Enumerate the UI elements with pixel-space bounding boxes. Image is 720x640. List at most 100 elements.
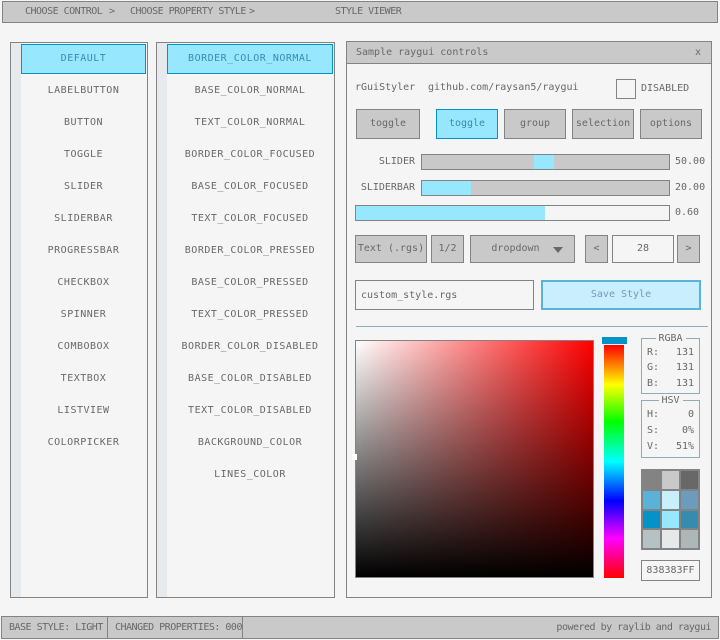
dropdown-selected-label: dropdown	[491, 243, 539, 254]
toggle-group-item-options[interactable]: options	[640, 109, 702, 139]
breadcrumb-style-viewer: STYLE VIEWER	[335, 2, 401, 22]
palette-swatch[interactable]	[662, 491, 679, 509]
properties-list: BORDER_COLOR_NORMALBASE_COLOR_NORMALTEXT…	[167, 44, 334, 597]
status-changed-properties: CHANGED PROPERTIES: 000	[107, 616, 243, 639]
progressbar-value: 0.60	[675, 205, 699, 221]
palette-swatch[interactable]	[662, 471, 679, 489]
repo-url-label: github.com/raysan5/raygui	[428, 80, 579, 96]
toggle-group-item-group[interactable]: group	[504, 109, 566, 139]
control-item-spinner[interactable]: SPINNER	[21, 300, 146, 330]
hue-bar[interactable]	[604, 345, 624, 578]
property-item-text_color_normal[interactable]: TEXT_COLOR_NORMAL	[167, 108, 333, 138]
breadcrumb-chevron-icon: >	[109, 2, 115, 22]
breadcrumb-bar: CHOOSE CONTROL > CHOOSE PROPERTY STYLE >…	[2, 1, 718, 23]
property-item-background_color[interactable]: BACKGROUND_COLOR	[167, 428, 333, 458]
properties-list-scrollbar[interactable]	[157, 43, 167, 597]
hex-color-value-box[interactable]: 838383FF	[641, 560, 700, 581]
divider-line	[356, 326, 708, 327]
chevron-down-icon	[553, 247, 563, 253]
style-filename-input[interactable]	[355, 280, 534, 310]
close-icon[interactable]: x	[691, 42, 705, 63]
palette-swatch[interactable]	[681, 491, 698, 509]
property-item-text_color_pressed[interactable]: TEXT_COLOR_PRESSED	[167, 300, 333, 330]
saturation-value-picker[interactable]	[355, 340, 594, 578]
rgba-title: RGBA	[655, 333, 685, 344]
rgba-b-label: B:	[647, 378, 659, 389]
dropdown-select[interactable]: dropdown	[470, 235, 575, 263]
disabled-label: DISABLED	[641, 81, 689, 97]
control-item-colorpicker[interactable]: COLORPICKER	[21, 428, 146, 458]
breadcrumb-choose-property-style: CHOOSE PROPERTY STYLE	[130, 2, 246, 22]
palette-swatch[interactable]	[662, 530, 679, 548]
slider-knob[interactable]	[534, 155, 554, 169]
controls-list-panel: DEFAULTLABELBUTTONBUTTONTOGGLESLIDERSLID…	[10, 42, 148, 598]
property-item-base_color_normal[interactable]: BASE_COLOR_NORMAL	[167, 76, 333, 106]
breadcrumb-choose-control: CHOOSE CONTROL	[25, 2, 102, 22]
toggle-group-item-selection[interactable]: selection	[572, 109, 634, 139]
control-item-listview[interactable]: LISTVIEW	[21, 396, 146, 426]
palette-swatch[interactable]	[662, 511, 679, 529]
spinner-increment-button[interactable]: >	[677, 235, 700, 263]
control-item-default[interactable]: DEFAULT	[21, 44, 146, 74]
control-item-sliderbar[interactable]: SLIDERBAR	[21, 204, 146, 234]
hsv-v-value: 51%	[676, 441, 694, 452]
control-item-button[interactable]: BUTTON	[21, 108, 146, 138]
property-item-border_color_focused[interactable]: BORDER_COLOR_FOCUSED	[167, 140, 333, 170]
toggle-group-item-toggle[interactable]: toggle	[436, 109, 498, 139]
disabled-checkbox[interactable]	[616, 79, 636, 99]
rgba-b-value: 131	[676, 378, 694, 389]
rgba-g-label: G:	[647, 362, 659, 373]
property-item-border_color_pressed[interactable]: BORDER_COLOR_PRESSED	[167, 236, 333, 266]
hsv-h-label: H:	[647, 409, 659, 420]
hue-slider-handle[interactable]	[602, 337, 627, 344]
sliderbar-value: 20.00	[675, 180, 705, 196]
property-item-base_color_disabled[interactable]: BASE_COLOR_DISABLED	[167, 364, 333, 394]
control-item-checkbox[interactable]: CHECKBOX	[21, 268, 146, 298]
palette-swatch[interactable]	[681, 530, 698, 548]
palette-swatch[interactable]	[643, 471, 660, 489]
window-titlebar: Sample raygui controls x	[347, 42, 711, 64]
property-item-border_color_normal[interactable]: BORDER_COLOR_NORMAL	[167, 44, 333, 74]
window-title: Sample raygui controls	[356, 47, 488, 58]
control-item-combobox[interactable]: COMBOBOX	[21, 332, 146, 362]
spinner-value-box[interactable]: 28	[612, 235, 674, 263]
palette-swatch[interactable]	[681, 511, 698, 529]
hsv-s-value: 0%	[682, 425, 694, 436]
status-base-style: BASE STYLE: LIGHT	[1, 616, 108, 639]
control-item-progressbar[interactable]: PROGRESSBAR	[21, 236, 146, 266]
style-viewer-window: Sample raygui controls x rGuiStyler gith…	[346, 41, 712, 598]
property-item-base_color_pressed[interactable]: BASE_COLOR_PRESSED	[167, 268, 333, 298]
control-item-labelbutton[interactable]: LABELBUTTON	[21, 76, 146, 106]
controls-list-scrollbar[interactable]	[11, 43, 21, 597]
spinner-decrement-button[interactable]: <	[585, 235, 608, 263]
palette-swatch[interactable]	[643, 511, 660, 529]
sv-cursor[interactable]	[352, 454, 357, 460]
palette-swatch[interactable]	[643, 491, 660, 509]
property-item-border_color_disabled[interactable]: BORDER_COLOR_DISABLED	[167, 332, 333, 362]
control-item-textbox[interactable]: TEXTBOX	[21, 364, 146, 394]
property-item-text_color_focused[interactable]: TEXT_COLOR_FOCUSED	[167, 204, 333, 234]
property-item-base_color_focused[interactable]: BASE_COLOR_FOCUSED	[167, 172, 333, 202]
sliderbar-label: SLIDERBAR	[347, 180, 415, 196]
hsv-title: HSV	[658, 395, 682, 406]
slider-label: SLIDER	[347, 154, 415, 170]
half-button[interactable]: 1/2	[431, 235, 464, 263]
sliderbar-fill	[422, 181, 471, 195]
toggle-button[interactable]: toggle	[356, 109, 420, 139]
hsv-groupbox: HSV H:0 S:0% V:51%	[641, 400, 700, 458]
control-item-slider[interactable]: SLIDER	[21, 172, 146, 202]
rgba-r-label: R:	[647, 347, 659, 358]
sliderbar-track[interactable]	[421, 180, 670, 196]
breadcrumb-chevron-icon: >	[249, 2, 255, 22]
hsv-s-label: S:	[647, 425, 659, 436]
control-item-toggle[interactable]: TOGGLE	[21, 140, 146, 170]
progressbar-track	[355, 205, 670, 221]
slider-track[interactable]	[421, 154, 670, 170]
property-item-lines_color[interactable]: LINES_COLOR	[167, 460, 333, 490]
property-item-text_color_disabled[interactable]: TEXT_COLOR_DISABLED	[167, 396, 333, 426]
palette-swatch[interactable]	[681, 471, 698, 489]
save-style-button[interactable]: Save Style	[541, 280, 701, 310]
palette-swatch[interactable]	[643, 530, 660, 548]
rgba-g-value: 131	[676, 362, 694, 373]
text-format-button[interactable]: Text (.rgs)	[355, 235, 427, 263]
